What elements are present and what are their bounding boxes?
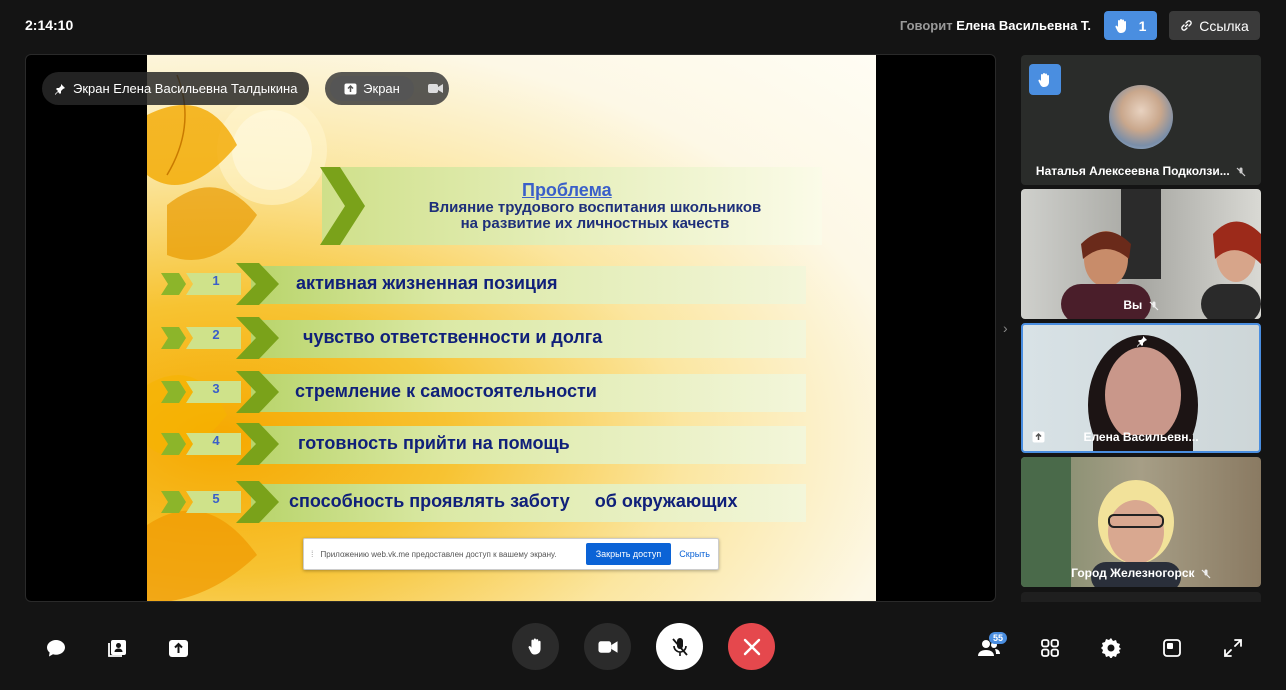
participant-tile-peek — [1021, 592, 1261, 602]
slide-list-item: 5 способность проявлять заботу об окружа… — [161, 479, 806, 525]
contact-card-icon — [107, 639, 126, 657]
pin-icon — [55, 83, 65, 95]
list-item-number: 5 — [212, 491, 220, 506]
slide-subtitle: Влияние трудового воспитания школьников … — [385, 200, 805, 232]
participants-count-badge: 55 — [989, 632, 1008, 644]
collapse-sidebar-icon[interactable]: › — [1003, 320, 1008, 336]
slide-subtitle-line2: на развитие их личностных качеств — [460, 215, 730, 232]
participant-name: Город Железногорск — [1021, 566, 1261, 580]
hand-icon — [1115, 18, 1126, 33]
slide-title: Проблема — [522, 180, 612, 200]
hand-icon — [1038, 72, 1049, 87]
screen-share-stage[interactable]: Проблема Влияние трудового воспитания шк… — [25, 54, 996, 602]
camera-icon[interactable] — [428, 83, 443, 94]
participant-name: Вы — [1021, 298, 1261, 312]
notice-message: Приложению web.vk.me предоставлен доступ… — [320, 549, 557, 559]
presentation-slide: Проблема Влияние трудового воспитания шк… — [147, 55, 876, 601]
close-icon — [743, 638, 760, 655]
list-item-text: чувство ответственности и долга — [303, 327, 603, 347]
camera-toggle-button[interactable] — [584, 623, 631, 670]
fullscreen-button[interactable] — [1219, 634, 1247, 662]
list-item-text: способность проявлять заботу об окружающ… — [289, 491, 738, 511]
close-access-button[interactable]: Закрыть доступ — [585, 543, 672, 565]
chat-icon — [47, 639, 65, 656]
link-label: Ссылка — [1199, 17, 1249, 34]
stream-switcher[interactable]: Экран — [325, 72, 449, 105]
screen-owner-name: Экран Елена Васильевна Талдыкина — [73, 81, 298, 96]
screen-share-notice: ⁞ Приложению web.vk.me предоставлен дост… — [303, 538, 719, 570]
hand-icon — [527, 638, 541, 655]
slide-list-item: 4 готовность прийти на помощь — [161, 421, 806, 467]
screen-tab-label: Экран — [363, 81, 400, 96]
list-arrow-icon — [161, 317, 279, 359]
slide-list-item: 2 чувство ответственности и долга — [161, 315, 806, 361]
raise-hand-button[interactable] — [512, 623, 559, 670]
camera-icon — [597, 640, 618, 653]
participant-name: Наталья Алексеевна Подколзи... — [1021, 164, 1261, 178]
picture-in-picture-button[interactable] — [1158, 634, 1186, 662]
raised-hand-badge — [1029, 64, 1061, 95]
participant-card-button[interactable] — [103, 634, 131, 662]
list-item-number: 3 — [212, 381, 220, 396]
slide-list-item: 1 активная жизненная позиция — [161, 261, 806, 307]
grid-layout-button[interactable] — [1036, 634, 1064, 662]
list-item-text: активная жизненная позиция — [296, 273, 558, 293]
raised-hands-count: 1 — [1138, 17, 1147, 34]
list-item-number: 4 — [212, 433, 220, 448]
settings-button[interactable] — [1097, 634, 1125, 662]
link-button[interactable]: Ссылка — [1169, 11, 1260, 40]
picture-in-picture-icon — [1163, 639, 1181, 657]
list-item-number: 1 — [212, 273, 220, 288]
list-arrow-icon — [161, 371, 279, 413]
share-screen-button[interactable] — [164, 634, 192, 662]
slide-list-item: 3 стремление к самостоятельности — [161, 369, 806, 415]
speaking-label: Говорит — [899, 18, 953, 33]
list-arrow-icon — [161, 423, 279, 465]
screen-share-icon — [344, 83, 357, 94]
participant-tile[interactable]: Наталья Алексеевна Подколзи... — [1021, 55, 1261, 185]
screen-owner-label[interactable]: Экран Елена Васильевна Талдыкина — [42, 72, 310, 105]
title-chevron-icon — [320, 167, 365, 245]
mic-off-icon — [671, 637, 688, 656]
grid-icon — [1041, 639, 1059, 657]
participant-name-text: Наталья Алексеевна Подколзи... — [1035, 164, 1230, 178]
list-item-text: стремление к самостоятельности — [295, 381, 597, 401]
speaking-name: Елена Васильевна Т. — [956, 18, 1091, 33]
avatar — [1109, 85, 1173, 149]
participant-name-text: Вы — [1123, 298, 1143, 312]
mic-off-icon — [1201, 569, 1211, 579]
end-call-button[interactable] — [728, 623, 775, 670]
participant-name: Елена Васильевн... — [1023, 430, 1259, 444]
chat-button[interactable] — [42, 634, 70, 662]
mic-off-icon — [1149, 301, 1159, 311]
expand-icon — [1224, 639, 1242, 657]
slide-subtitle-line1: Влияние трудового воспитания школьников — [428, 199, 762, 216]
list-item-number: 2 — [212, 327, 220, 342]
microphone-toggle-button[interactable] — [656, 623, 703, 670]
list-arrow-icon — [161, 263, 279, 305]
call-window: 2:14:10 Говорит Елена Васильевна Т. 1 Сс… — [0, 0, 1286, 690]
drag-handle-icon[interactable]: ⁞ — [311, 549, 314, 559]
participant-name-text: Город Железногорск — [1071, 566, 1195, 580]
raised-hands-button[interactable]: 1 — [1104, 11, 1157, 40]
list-item-text: готовность прийти на помощь — [298, 433, 570, 453]
mic-off-icon — [1236, 167, 1246, 177]
gear-icon — [1101, 638, 1121, 658]
active-speaker: Говорит Елена Васильевна Т. — [900, 18, 1091, 33]
share-screen-icon — [168, 639, 188, 657]
hide-notice-link[interactable]: Скрыть — [679, 549, 710, 559]
call-timer: 2:14:10 — [25, 17, 74, 33]
participant-tile-active-speaker[interactable]: Елена Васильевн... — [1021, 323, 1261, 453]
participant-name-text: Елена Васильевн... — [1083, 430, 1199, 444]
list-arrow-icon — [161, 481, 279, 523]
screen-tab[interactable]: Экран — [330, 76, 414, 101]
participant-tile[interactable]: Город Железногорск — [1021, 457, 1261, 587]
pin-icon[interactable] — [1136, 335, 1148, 347]
link-icon — [1181, 20, 1192, 31]
participant-tile[interactable]: Вы — [1021, 189, 1261, 319]
